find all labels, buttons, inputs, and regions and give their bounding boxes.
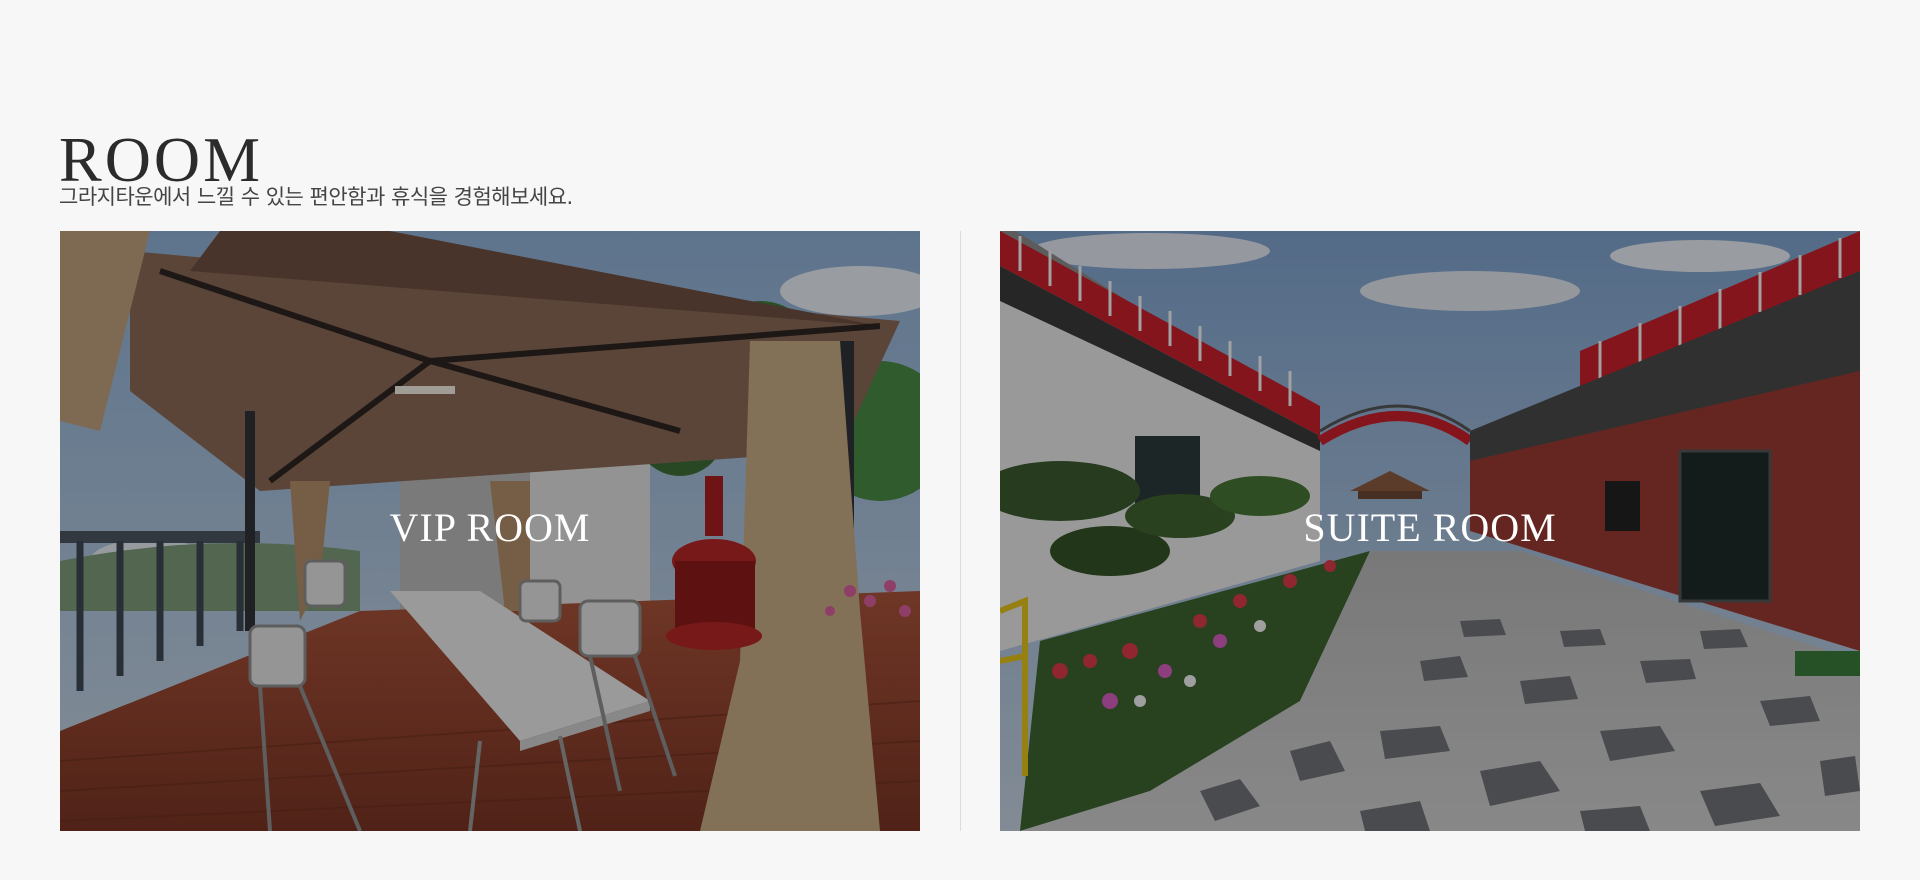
- room-card-vip[interactable]: VIP ROOM: [60, 231, 920, 831]
- room-card-suite[interactable]: SUITE ROOM: [1000, 231, 1860, 831]
- room-card-title: SUITE ROOM: [1303, 505, 1557, 550]
- card-divider: [960, 231, 961, 831]
- section-subtitle: 그라지타운에서 느낄 수 있는 편안함과 휴식을 경험해보세요.: [59, 185, 573, 209]
- room-card-title: VIP ROOM: [389, 505, 591, 550]
